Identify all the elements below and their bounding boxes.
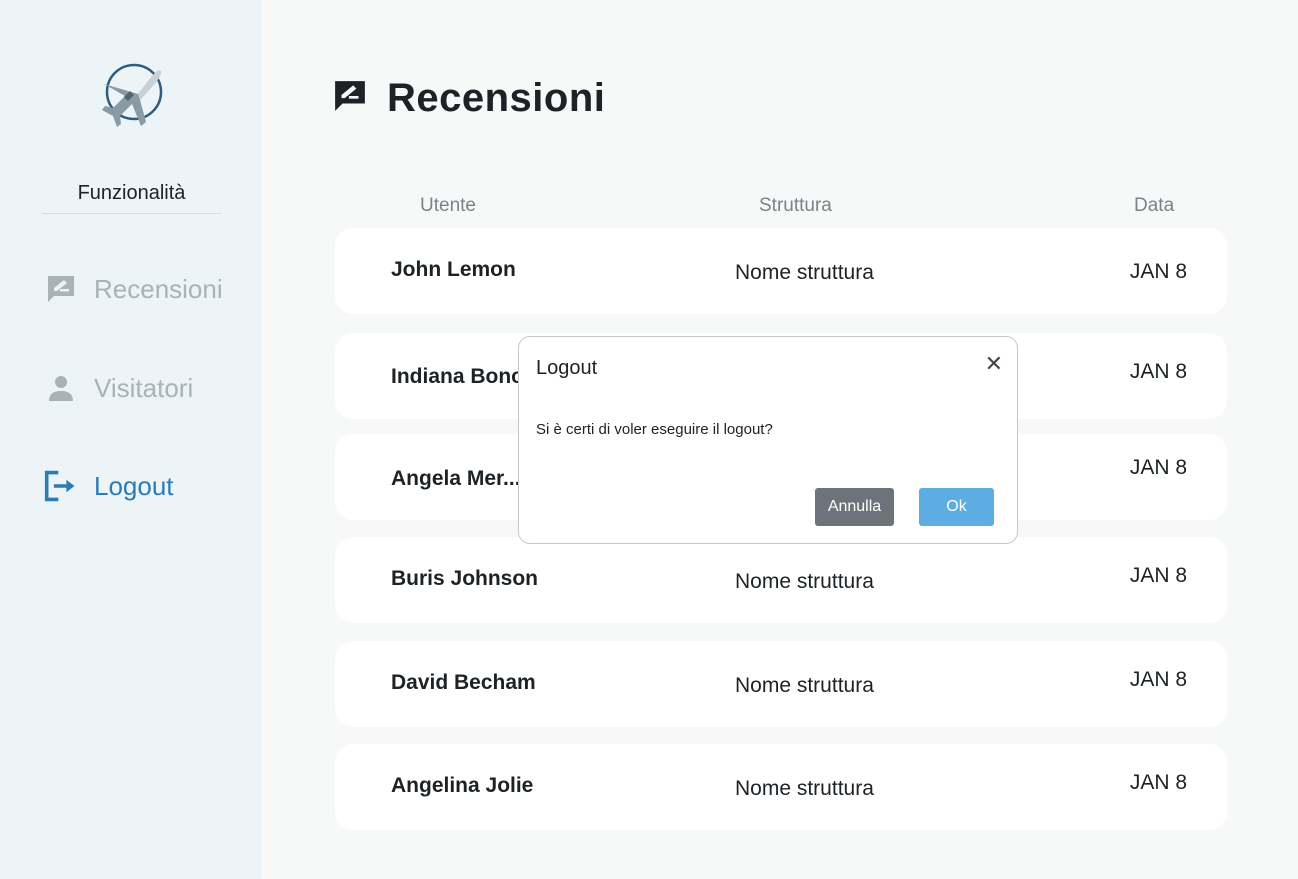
sidebar-item-recensioni[interactable]: Recensioni	[44, 269, 244, 309]
cell-date: JAN 8	[1129, 668, 1187, 691]
close-icon[interactable]: ✕	[985, 353, 1003, 375]
ok-button[interactable]: Ok	[919, 488, 994, 526]
table-row[interactable]: Angelina Jolie Nome struttura JAN 8	[335, 744, 1227, 830]
user-icon	[44, 371, 78, 405]
review-icon	[44, 272, 78, 306]
logout-modal: Logout ✕ Si è certi di voler eseguire il…	[518, 336, 1018, 544]
sidebar-item-visitatori[interactable]: Visitatori	[44, 368, 244, 408]
logout-icon	[44, 469, 78, 503]
column-header-data: Data	[1134, 195, 1175, 216]
table-row[interactable]: Buris Johnson Nome struttura JAN 8	[335, 537, 1227, 623]
sidebar-item-label: Recensioni	[94, 273, 223, 304]
cell-structure: Nome struttura	[735, 674, 874, 697]
cell-date: JAN 8	[1129, 360, 1187, 383]
cell-structure: Nome struttura	[735, 777, 874, 800]
modal-title: Logout	[536, 357, 598, 379]
cancel-button[interactable]: Annulla	[815, 488, 894, 526]
page-title-text: Recensioni	[387, 75, 606, 120]
table-row[interactable]: David Becham Nome struttura JAN 8	[335, 641, 1227, 727]
sidebar-heading: Funzionalità	[42, 182, 221, 214]
sidebar-item-label: Logout	[94, 470, 174, 501]
column-header-struttura: Struttura	[759, 195, 832, 216]
cell-user: Buris Johnson	[391, 567, 539, 590]
cell-user: John Lemon	[391, 258, 516, 281]
cell-structure: Nome struttura	[735, 261, 874, 284]
column-header-utente: Utente	[420, 195, 476, 216]
cell-date: JAN 8	[1129, 564, 1187, 587]
sidebar: Funzionalità Recensioni Visitatori Logou…	[0, 0, 262, 879]
cell-structure: Nome struttura	[735, 570, 874, 593]
cell-user: Angela Mer...	[391, 467, 521, 490]
cell-user: Indiana Bonc	[391, 365, 523, 388]
sidebar-item-label: Visitatori	[94, 372, 194, 403]
cell-user: Angelina Jolie	[391, 774, 534, 797]
airplane-logo-icon	[94, 60, 168, 130]
cell-date: JAN 8	[1129, 456, 1187, 479]
table-row[interactable]: John Lemon Nome struttura JAN 8	[335, 228, 1227, 314]
cell-date: JAN 8	[1129, 260, 1187, 283]
cell-date: JAN 8	[1129, 771, 1187, 794]
sidebar-item-logout[interactable]: Logout	[44, 466, 244, 506]
modal-message: Si è certi di voler eseguire il logout?	[536, 421, 773, 438]
page-title: Recensioni	[333, 70, 605, 126]
review-icon	[333, 79, 367, 118]
cell-user: David Becham	[391, 671, 536, 694]
